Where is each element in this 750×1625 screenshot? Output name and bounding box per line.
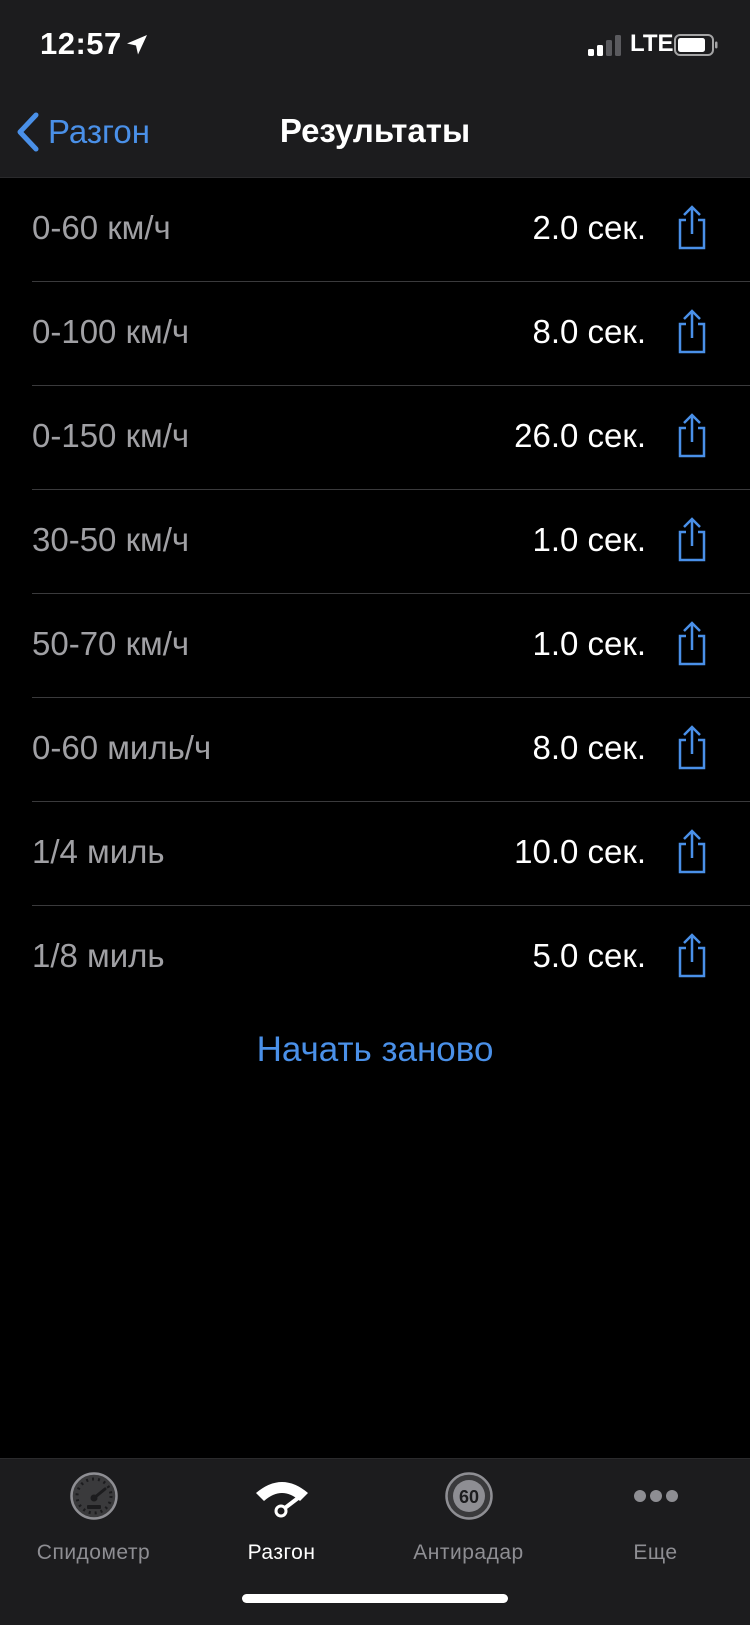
status-time: 12:57 <box>40 26 122 61</box>
result-label: 0-150 км/ч <box>32 417 190 454</box>
result-label: 0-60 км/ч <box>32 209 171 246</box>
result-value: 2.0 сек. <box>532 209 646 246</box>
result-value: 26.0 сек. <box>514 417 646 454</box>
result-row: 30-50 км/ч 1.0 сек. <box>32 490 750 594</box>
tab-label: Еще <box>633 1541 678 1564</box>
tab-acceleration[interactable]: Разгон <box>188 1471 375 1581</box>
more-icon <box>633 1490 678 1502</box>
result-value: 1.0 сек. <box>532 625 646 662</box>
share-icon[interactable] <box>672 412 712 460</box>
result-label: 50-70 км/ч <box>32 625 190 662</box>
share-icon[interactable] <box>672 204 712 252</box>
tab-label: Спидометр <box>36 1541 151 1564</box>
result-row: 0-60 км/ч 2.0 сек. <box>32 178 750 282</box>
tab-label: Антирадар <box>413 1541 524 1564</box>
result-label: 0-100 км/ч <box>32 313 190 350</box>
tab-more[interactable]: Еще <box>562 1471 749 1581</box>
location-arrow-icon <box>127 35 147 55</box>
status-bar: 12:57 LTE <box>0 0 750 92</box>
result-row: 0-150 км/ч 26.0 сек. <box>32 386 750 490</box>
share-icon[interactable] <box>672 932 712 980</box>
result-value: 1.0 сек. <box>532 521 646 558</box>
result-value: 5.0 сек. <box>532 937 646 974</box>
restart-button[interactable]: Начать заново <box>0 1030 750 1070</box>
tab-antiradar[interactable]: 60 Антирадар <box>375 1471 562 1581</box>
result-label: 1/8 миль <box>32 937 165 974</box>
results-list: 0-60 км/ч 2.0 сек. 0-100 км/ч 8.0 сек. 0… <box>0 178 750 1009</box>
share-icon[interactable] <box>672 308 712 356</box>
share-icon[interactable] <box>672 724 712 772</box>
cellular-signal-icon <box>588 34 624 56</box>
battery-icon <box>674 34 718 56</box>
result-row: 0-100 км/ч 8.0 сек. <box>32 282 750 386</box>
result-row: 50-70 км/ч 1.0 сек. <box>32 594 750 698</box>
tab-label: Разгон <box>247 1541 316 1564</box>
share-icon[interactable] <box>672 516 712 564</box>
result-value: 8.0 сек. <box>532 729 646 766</box>
share-icon[interactable] <box>672 828 712 876</box>
speed-limit-text: 60 <box>458 1487 478 1507</box>
result-label: 30-50 км/ч <box>32 521 190 558</box>
navigation-bar: Разгон Результаты <box>0 92 750 178</box>
home-indicator[interactable] <box>242 1594 508 1603</box>
speedometer-icon <box>69 1472 118 1520</box>
result-label: 0-60 миль/ч <box>32 729 212 766</box>
page-title: Результаты <box>279 112 471 149</box>
result-value: 10.0 сек. <box>514 833 646 870</box>
network-type: LTE <box>630 30 674 57</box>
result-row: 1/8 миль 5.0 сек. <box>32 906 750 1009</box>
tab-speedometer[interactable]: Спидометр <box>0 1471 187 1581</box>
result-row: 1/4 миль 10.0 сек. <box>32 802 750 906</box>
acceleration-icon <box>255 1482 308 1518</box>
share-icon[interactable] <box>672 620 712 668</box>
result-value: 8.0 сек. <box>532 313 646 350</box>
speed-limit-icon: 60 <box>444 1472 493 1520</box>
result-label: 1/4 миль <box>32 833 165 870</box>
result-row: 0-60 миль/ч 8.0 сек. <box>32 698 750 802</box>
